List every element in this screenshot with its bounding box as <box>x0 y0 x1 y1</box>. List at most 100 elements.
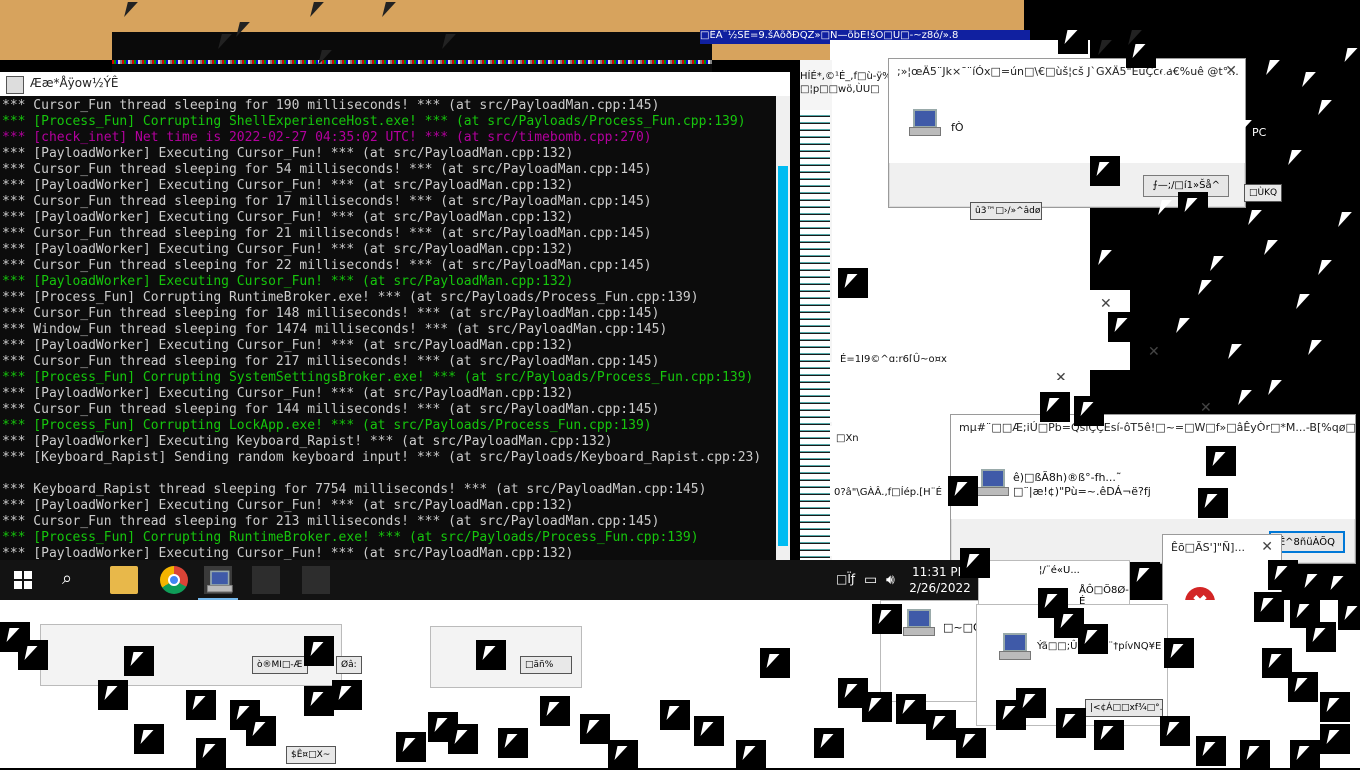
cursor-artifact <box>1196 736 1226 766</box>
cursor-artifact <box>736 740 766 770</box>
mouse-pointer-icon <box>1266 60 1280 75</box>
dialog-message-line-2: □¨|æ!¢)"Pù=~.êDÁ¬ë?fj <box>1013 485 1151 498</box>
cursor-artifact <box>814 728 844 758</box>
cursor-artifact <box>124 646 154 676</box>
cursor-artifact <box>862 692 892 722</box>
cursor-artifact <box>1240 740 1270 770</box>
mouse-pointer-icon <box>1302 72 1316 87</box>
console-line: *** [PayloadWorker] Executing Cursor_Fun… <box>2 178 574 193</box>
computer-icon <box>909 109 941 136</box>
cursor-artifact <box>540 696 570 726</box>
cursor-artifact <box>186 690 216 720</box>
console-line: *** [Process_Fun] Corrupting RuntimeBrok… <box>2 530 699 545</box>
background-button[interactable]: □ãñ% <box>520 656 572 674</box>
console-line: *** Cursor_Fun thread sleeping for 148 m… <box>2 306 660 321</box>
console-line: *** [PayloadWorker] Executing Keyboard_R… <box>2 434 613 449</box>
glitched-window-fragment <box>112 32 712 76</box>
background-button[interactable]: □ÙKQ <box>1244 184 1282 202</box>
cursor-artifact <box>246 716 276 746</box>
console-line: *** [PayloadWorker] Executing Cursor_Fun… <box>2 274 574 289</box>
console-line: *** [PayloadWorker] Executing Cursor_Fun… <box>2 146 574 161</box>
app-icon[interactable] <box>302 566 330 594</box>
background-window <box>40 624 342 686</box>
app-icon[interactable] <box>204 566 233 594</box>
cursor-artifact <box>660 700 690 730</box>
background-button[interactable]: Øâ: <box>336 656 362 674</box>
cursor-artifact <box>1164 638 1194 668</box>
mini-title: ¦/¨é«U... <box>1039 565 1080 576</box>
cursor-artifact <box>1206 446 1236 476</box>
close-icon[interactable]: ✕ <box>1261 539 1273 555</box>
volume-icon[interactable]: 🔊︎ <box>886 572 895 588</box>
console-line: *** Cursor_Fun thread sleeping for 213 m… <box>2 514 660 529</box>
cursor-artifact <box>1056 708 1086 738</box>
console-line: *** Window_Fun thread sleeping for 1474 … <box>2 322 668 337</box>
console-line: *** [Process_Fun] Corrupting RuntimeBrok… <box>2 290 699 305</box>
start-button[interactable] <box>14 571 32 589</box>
console-line: *** [PayloadWorker] Executing Cursor_Fun… <box>2 386 574 401</box>
mouse-pointer-icon <box>1308 340 1322 355</box>
cursor-artifact <box>134 724 164 754</box>
mouse-pointer-icon <box>1198 280 1212 295</box>
cursor-artifact <box>1040 392 1070 422</box>
cursor-artifact <box>1338 42 1360 72</box>
scrollbar-thumb[interactable] <box>778 166 788 546</box>
clock-date: 2/26/2022 <box>909 581 971 595</box>
mouse-pointer-icon <box>1238 390 1252 405</box>
dialog-message-line-1: ê)□ßÃ8h)®ß°-fh...˜ <box>1013 471 1122 484</box>
cursor-artifact <box>760 648 790 678</box>
cursor-artifact <box>1338 600 1360 630</box>
dialog-message: fÒ <box>951 121 964 134</box>
dialog-title: mµ#¨□□Æ;iÚ□Pb=QsìÇÇEsí-ôT5ê!□~=□W□f»□âÊy… <box>951 415 1355 439</box>
mouse-pointer-icon <box>1228 344 1242 359</box>
app-icon[interactable] <box>252 566 280 594</box>
cursor-artifact <box>694 716 724 746</box>
console-line: *** Cursor_Fun thread sleeping for 190 m… <box>2 98 660 113</box>
cursor-artifact <box>960 548 990 578</box>
close-icon[interactable]: ✕ <box>1100 296 1112 312</box>
dialog-ok-button[interactable]: |<¢Á□□xf¾□°. <box>1085 699 1163 717</box>
pixel-noise <box>112 60 712 64</box>
close-icon[interactable]: ✕ <box>1225 63 1237 79</box>
cursor-artifact <box>948 476 978 506</box>
taskbar: ⌕ □Ïƒ ▭ 🔊︎ 11:31 PM 2/26/2022 ▢ <box>0 560 1024 600</box>
computer-icon <box>977 469 1009 496</box>
cursor-artifact <box>1094 720 1124 750</box>
file-explorer-icon[interactable] <box>110 566 138 594</box>
console-line: *** [Keyboard_Rapist] Sending random key… <box>2 450 762 465</box>
cursor-artifact <box>98 680 128 710</box>
background-button[interactable]: $Ê¤□X~ <box>286 746 336 764</box>
mouse-pointer-icon <box>1264 240 1278 255</box>
pixel-noise <box>800 110 830 560</box>
cursor-artifact <box>1108 312 1138 342</box>
chrome-icon[interactable] <box>160 566 188 594</box>
cursor-artifact <box>448 724 478 754</box>
message-dialog: ;»¦œÄ5¨Jk×¯¨íÓx□=ún□\€□ùš¦cš J`GXÄ5"EuÇc… <box>888 58 1246 208</box>
cursor-artifact <box>1290 740 1320 770</box>
mouse-pointer-icon <box>1176 318 1190 333</box>
cursor-artifact <box>18 640 48 670</box>
mouse-pointer-icon <box>1248 210 1262 225</box>
cursor-artifact <box>1198 488 1228 518</box>
cursor-artifact <box>838 268 868 298</box>
background-button[interactable]: ò®MI□-Æ <box>252 656 308 674</box>
console-line: *** [PayloadWorker] Executing Cursor_Fun… <box>2 242 574 257</box>
mouse-pointer-icon <box>1098 250 1112 265</box>
mouse-pointer-icon <box>1210 256 1224 271</box>
cursor-artifact <box>1078 624 1108 654</box>
background-button[interactable]: û3™□›/»^âdø <box>970 202 1042 220</box>
cursor-artifact <box>956 728 986 758</box>
network-icon[interactable]: ▭ <box>864 572 877 588</box>
cursor-artifact <box>1324 570 1354 600</box>
console-window[interactable]: Ææ*Åÿow½ÝÊ *** Cursor_Fun thread sleepin… <box>0 72 790 562</box>
cursor-artifact <box>1288 672 1318 702</box>
mouse-pointer-icon <box>1158 200 1172 215</box>
search-icon[interactable]: ⌕ <box>62 568 84 590</box>
cursor-artifact <box>1058 24 1088 54</box>
console-scrollbar[interactable] <box>776 96 790 562</box>
cursor-artifact <box>1320 724 1350 754</box>
console-line: *** [Process_Fun] Corrupting LockApp.exe… <box>2 418 652 433</box>
close-icon[interactable]: ✕ <box>1148 344 1160 360</box>
cursor-artifact <box>1090 156 1120 186</box>
